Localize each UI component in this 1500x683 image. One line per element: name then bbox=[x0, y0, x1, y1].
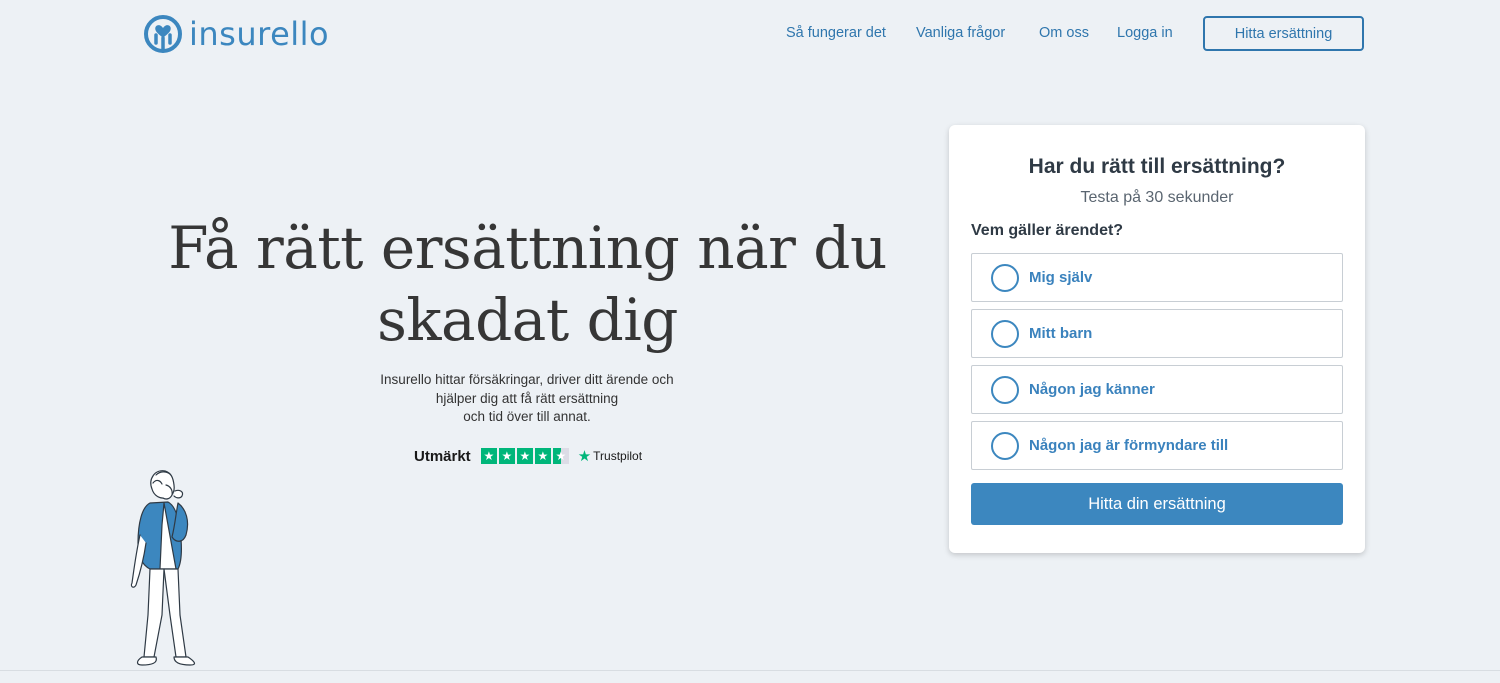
find-your-compensation-button[interactable]: Hitta din ersättning bbox=[971, 483, 1343, 525]
star-icon: ★ bbox=[498, 447, 516, 465]
half-star-icon: ★ bbox=[552, 447, 570, 465]
trustpilot-widget[interactable]: Utmärkt ★ ★ ★ ★ ★ ★ Trustpilot bbox=[414, 446, 642, 466]
trustpilot-star-icon: ★ bbox=[577, 448, 592, 465]
star-icon: ★ bbox=[516, 447, 534, 465]
option-label: Någon jag känner bbox=[1029, 381, 1155, 398]
nav-about-us[interactable]: Om oss bbox=[1039, 25, 1089, 41]
trustpilot-wordmark: Trustpilot bbox=[593, 449, 643, 463]
trust-rating-label: Utmärkt bbox=[414, 447, 471, 465]
claim-check-card: Har du rätt till ersättning? Testa på 30… bbox=[949, 125, 1365, 553]
site-header: insurello Så fungerar det Vanliga frågor… bbox=[0, 0, 1500, 68]
card-title: Har du rätt till ersättning? bbox=[1028, 155, 1286, 178]
radio-icon[interactable] bbox=[991, 375, 1019, 404]
section-divider bbox=[0, 670, 1500, 671]
option-label: Någon jag är förmyndare till bbox=[1029, 437, 1229, 454]
radio-icon[interactable] bbox=[991, 431, 1019, 460]
hero-subtitle-line: hjälper dig att få rätt ersättning bbox=[435, 390, 619, 406]
trustpilot-logo: ★ Trustpilot bbox=[578, 447, 642, 465]
logo-wordmark: insurello bbox=[189, 15, 330, 53]
nav-faq[interactable]: Vanliga frågor bbox=[916, 25, 1005, 41]
card-question: Vem gäller ärendet? bbox=[971, 222, 1124, 239]
option-label: Mig själv bbox=[1029, 269, 1093, 286]
option-my-child[interactable]: Mitt barn bbox=[971, 309, 1343, 358]
find-compensation-button[interactable]: Hitta ersättning bbox=[1203, 16, 1364, 51]
insurello-logo-mark-icon bbox=[144, 15, 182, 53]
card-subtitle: Testa på 30 sekunder bbox=[1080, 189, 1234, 206]
option-myself[interactable]: Mig själv bbox=[971, 253, 1343, 302]
hero-subtitle-line: Insurello hittar försäkringar, driver di… bbox=[380, 372, 674, 387]
option-guardian[interactable]: Någon jag är förmyndare till bbox=[971, 421, 1343, 470]
radio-icon[interactable] bbox=[991, 319, 1019, 348]
nav-log-in[interactable]: Logga in bbox=[1117, 25, 1173, 41]
option-label: Mitt barn bbox=[1029, 325, 1093, 342]
hero-subtitle-line: och tid över till annat. bbox=[463, 409, 591, 424]
person-illustration-icon bbox=[130, 470, 196, 666]
nav-how-it-works[interactable]: Så fungerar det bbox=[786, 25, 886, 41]
insurello-logo[interactable]: insurello bbox=[143, 12, 329, 56]
trust-stars: ★ ★ ★ ★ ★ bbox=[480, 447, 571, 465]
hero-title: Få rätt ersättning när du skadat dig bbox=[168, 214, 887, 354]
star-icon: ★ bbox=[480, 447, 498, 465]
star-icon: ★ bbox=[534, 447, 552, 465]
hero-subtitle: Insurello hittar försäkringar, driver di… bbox=[327, 371, 727, 427]
radio-icon[interactable] bbox=[991, 263, 1019, 292]
option-someone-i-know[interactable]: Någon jag känner bbox=[971, 365, 1343, 414]
